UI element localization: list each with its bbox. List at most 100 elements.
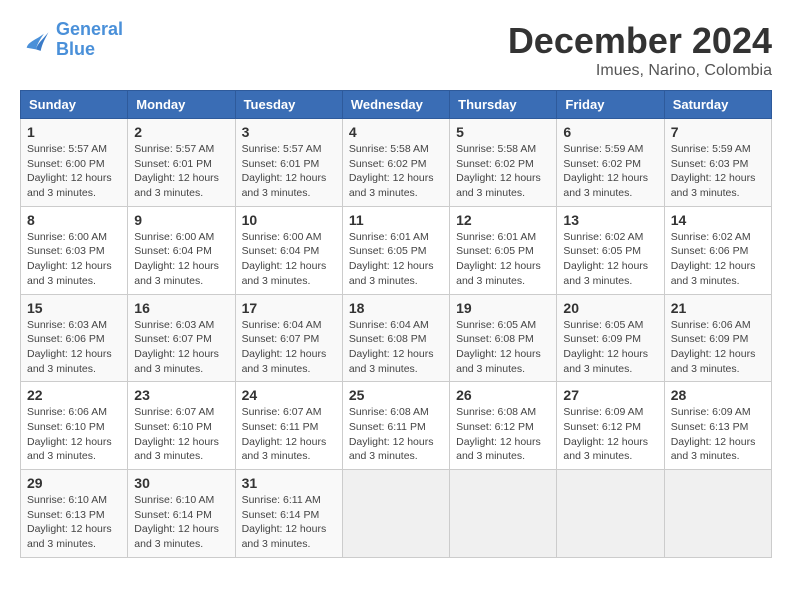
day-info: Sunrise: 6:03 AM Sunset: 6:07 PM Dayligh… bbox=[134, 318, 228, 377]
day-info: Sunrise: 6:00 AM Sunset: 6:04 PM Dayligh… bbox=[242, 230, 336, 289]
calendar-day-cell: 13Sunrise: 6:02 AM Sunset: 6:05 PM Dayli… bbox=[557, 206, 664, 294]
day-info: Sunrise: 5:59 AM Sunset: 6:02 PM Dayligh… bbox=[563, 142, 657, 201]
day-info: Sunrise: 6:00 AM Sunset: 6:03 PM Dayligh… bbox=[27, 230, 121, 289]
day-number: 16 bbox=[134, 300, 228, 316]
day-number: 10 bbox=[242, 212, 336, 228]
calendar-week-row: 15Sunrise: 6:03 AM Sunset: 6:06 PM Dayli… bbox=[21, 294, 772, 382]
day-number: 18 bbox=[349, 300, 443, 316]
col-header-friday: Friday bbox=[557, 91, 664, 119]
col-header-sunday: Sunday bbox=[21, 91, 128, 119]
day-number: 29 bbox=[27, 475, 121, 491]
day-number: 31 bbox=[242, 475, 336, 491]
calendar-day-cell: 11Sunrise: 6:01 AM Sunset: 6:05 PM Dayli… bbox=[342, 206, 449, 294]
day-number: 21 bbox=[671, 300, 765, 316]
calendar-header-row: SundayMondayTuesdayWednesdayThursdayFrid… bbox=[21, 91, 772, 119]
calendar-day-cell: 27Sunrise: 6:09 AM Sunset: 6:12 PM Dayli… bbox=[557, 382, 664, 470]
day-info: Sunrise: 6:08 AM Sunset: 6:11 PM Dayligh… bbox=[349, 405, 443, 464]
calendar-day-cell bbox=[450, 470, 557, 558]
calendar-day-cell: 24 Sunrise: 6:07 AM Sunset: 6:11 PM Dayli… bbox=[235, 382, 342, 470]
day-number: 15 bbox=[27, 300, 121, 316]
calendar-day-cell: 25Sunrise: 6:08 AM Sunset: 6:11 PM Dayli… bbox=[342, 382, 449, 470]
calendar-week-row: 1 Sunrise: 5:57 AM Sunset: 6:00 PM Daylig… bbox=[21, 119, 772, 207]
day-info: Sunrise: 6:11 AM Sunset: 6:14 PM Dayligh… bbox=[242, 493, 336, 552]
calendar-day-cell: 21 Sunrise: 6:06 AM Sunset: 6:09 PM Dayli… bbox=[664, 294, 771, 382]
calendar-day-cell: 6 Sunrise: 5:59 AM Sunset: 6:02 PM Daylig… bbox=[557, 119, 664, 207]
day-number: 3 bbox=[242, 124, 336, 140]
calendar-day-cell: 9 Sunrise: 6:00 AM Sunset: 6:04 PM Daylig… bbox=[128, 206, 235, 294]
calendar-day-cell: 20 Sunrise: 6:05 AM Sunset: 6:09 PM Dayli… bbox=[557, 294, 664, 382]
col-header-wednesday: Wednesday bbox=[342, 91, 449, 119]
calendar-day-cell: 19 Sunrise: 6:05 AM Sunset: 6:08 PM Dayli… bbox=[450, 294, 557, 382]
title-area: December 2024 Imues, Narino, Colombia bbox=[508, 20, 772, 80]
day-number: 9 bbox=[134, 212, 228, 228]
day-info: Sunrise: 6:09 AM Sunset: 6:12 PM Dayligh… bbox=[563, 405, 657, 464]
day-info: Sunrise: 6:05 AM Sunset: 6:08 PM Dayligh… bbox=[456, 318, 550, 377]
main-title: December 2024 bbox=[508, 20, 772, 62]
day-info: Sunrise: 5:57 AM Sunset: 6:01 PM Dayligh… bbox=[134, 142, 228, 201]
day-info: Sunrise: 6:10 AM Sunset: 6:14 PM Dayligh… bbox=[134, 493, 228, 552]
day-number: 26 bbox=[456, 387, 550, 403]
day-number: 22 bbox=[27, 387, 121, 403]
day-info: Sunrise: 6:05 AM Sunset: 6:09 PM Dayligh… bbox=[563, 318, 657, 377]
calendar-day-cell: 7 Sunrise: 5:59 AM Sunset: 6:03 PM Daylig… bbox=[664, 119, 771, 207]
day-number: 24 bbox=[242, 387, 336, 403]
day-info: Sunrise: 5:57 AM Sunset: 6:00 PM Dayligh… bbox=[27, 142, 121, 201]
day-number: 11 bbox=[349, 212, 443, 228]
calendar-day-cell: 15Sunrise: 6:03 AM Sunset: 6:06 PM Dayli… bbox=[21, 294, 128, 382]
day-number: 5 bbox=[456, 124, 550, 140]
day-info: Sunrise: 6:01 AM Sunset: 6:05 PM Dayligh… bbox=[456, 230, 550, 289]
day-number: 6 bbox=[563, 124, 657, 140]
calendar-day-cell: 2 Sunrise: 5:57 AM Sunset: 6:01 PM Daylig… bbox=[128, 119, 235, 207]
day-number: 23 bbox=[134, 387, 228, 403]
day-number: 17 bbox=[242, 300, 336, 316]
calendar-day-cell: 28 Sunrise: 6:09 AM Sunset: 6:13 PM Dayli… bbox=[664, 382, 771, 470]
col-header-thursday: Thursday bbox=[450, 91, 557, 119]
logo-text: General Blue bbox=[56, 20, 123, 60]
day-info: Sunrise: 6:04 AM Sunset: 6:07 PM Dayligh… bbox=[242, 318, 336, 377]
day-info: Sunrise: 6:10 AM Sunset: 6:13 PM Dayligh… bbox=[27, 493, 121, 552]
day-info: Sunrise: 5:59 AM Sunset: 6:03 PM Dayligh… bbox=[671, 142, 765, 201]
logo: General Blue bbox=[20, 20, 123, 60]
day-info: Sunrise: 6:02 AM Sunset: 6:06 PM Dayligh… bbox=[671, 230, 765, 289]
day-info: Sunrise: 6:04 AM Sunset: 6:08 PM Dayligh… bbox=[349, 318, 443, 377]
day-number: 12 bbox=[456, 212, 550, 228]
calendar-day-cell: 4Sunrise: 5:58 AM Sunset: 6:02 PM Daylig… bbox=[342, 119, 449, 207]
day-info: Sunrise: 5:58 AM Sunset: 6:02 PM Dayligh… bbox=[349, 142, 443, 201]
day-info: Sunrise: 6:09 AM Sunset: 6:13 PM Dayligh… bbox=[671, 405, 765, 464]
day-info: Sunrise: 6:06 AM Sunset: 6:10 PM Dayligh… bbox=[27, 405, 121, 464]
col-header-saturday: Saturday bbox=[664, 91, 771, 119]
calendar-day-cell: 1 Sunrise: 5:57 AM Sunset: 6:00 PM Daylig… bbox=[21, 119, 128, 207]
day-number: 1 bbox=[27, 124, 121, 140]
calendar-week-row: 8Sunrise: 6:00 AM Sunset: 6:03 PM Daylig… bbox=[21, 206, 772, 294]
day-number: 7 bbox=[671, 124, 765, 140]
day-info: Sunrise: 6:07 AM Sunset: 6:11 PM Dayligh… bbox=[242, 405, 336, 464]
subtitle: Imues, Narino, Colombia bbox=[508, 62, 772, 80]
calendar-day-cell: 22 Sunrise: 6:06 AM Sunset: 6:10 PM Dayli… bbox=[21, 382, 128, 470]
calendar-table: SundayMondayTuesdayWednesdayThursdayFrid… bbox=[20, 90, 772, 558]
day-info: Sunrise: 6:06 AM Sunset: 6:09 PM Dayligh… bbox=[671, 318, 765, 377]
day-number: 28 bbox=[671, 387, 765, 403]
logo-line2: Blue bbox=[56, 39, 95, 59]
calendar-day-cell: 23Sunrise: 6:07 AM Sunset: 6:10 PM Dayli… bbox=[128, 382, 235, 470]
calendar-day-cell: 17 Sunrise: 6:04 AM Sunset: 6:07 PM Dayli… bbox=[235, 294, 342, 382]
calendar-day-cell: 30Sunrise: 6:10 AM Sunset: 6:14 PM Dayli… bbox=[128, 470, 235, 558]
calendar-day-cell bbox=[664, 470, 771, 558]
calendar-day-cell: 16 Sunrise: 6:03 AM Sunset: 6:07 PM Dayli… bbox=[128, 294, 235, 382]
calendar-week-row: 29 Sunrise: 6:10 AM Sunset: 6:13 PM Dayli… bbox=[21, 470, 772, 558]
day-number: 20 bbox=[563, 300, 657, 316]
day-info: Sunrise: 5:57 AM Sunset: 6:01 PM Dayligh… bbox=[242, 142, 336, 201]
logo-line1: General bbox=[56, 19, 123, 39]
day-number: 2 bbox=[134, 124, 228, 140]
day-info: Sunrise: 6:08 AM Sunset: 6:12 PM Dayligh… bbox=[456, 405, 550, 464]
calendar-day-cell: 26 Sunrise: 6:08 AM Sunset: 6:12 PM Dayli… bbox=[450, 382, 557, 470]
calendar-day-cell: 10 Sunrise: 6:00 AM Sunset: 6:04 PM Dayli… bbox=[235, 206, 342, 294]
calendar-day-cell: 31 Sunrise: 6:11 AM Sunset: 6:14 PM Dayli… bbox=[235, 470, 342, 558]
day-number: 19 bbox=[456, 300, 550, 316]
day-info: Sunrise: 5:58 AM Sunset: 6:02 PM Dayligh… bbox=[456, 142, 550, 201]
day-info: Sunrise: 6:02 AM Sunset: 6:05 PM Dayligh… bbox=[563, 230, 657, 289]
col-header-monday: Monday bbox=[128, 91, 235, 119]
calendar-day-cell: 18 Sunrise: 6:04 AM Sunset: 6:08 PM Dayli… bbox=[342, 294, 449, 382]
calendar-day-cell: 3 Sunrise: 5:57 AM Sunset: 6:01 PM Daylig… bbox=[235, 119, 342, 207]
day-info: Sunrise: 6:00 AM Sunset: 6:04 PM Dayligh… bbox=[134, 230, 228, 289]
calendar-day-cell bbox=[342, 470, 449, 558]
